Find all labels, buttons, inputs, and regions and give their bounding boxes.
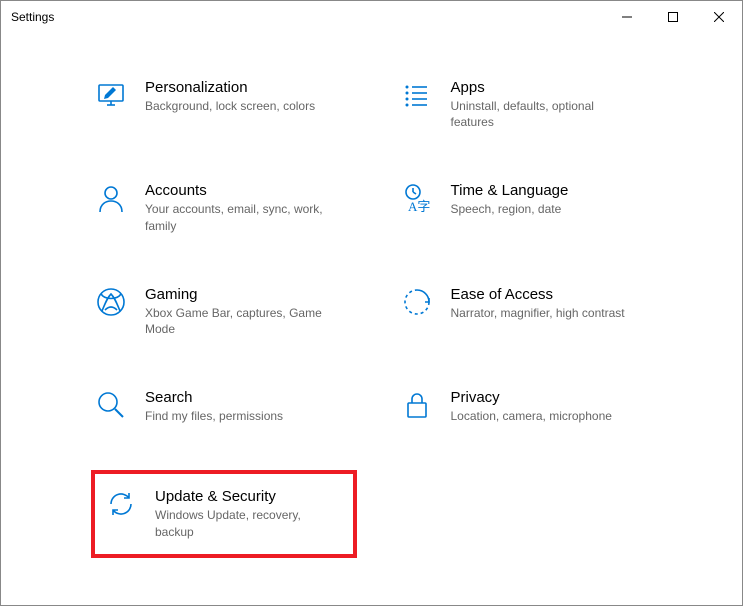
window-controls	[604, 1, 742, 33]
close-button[interactable]	[696, 1, 742, 33]
minimize-button[interactable]	[604, 1, 650, 33]
tile-time-language[interactable]: A字 Time & Language Speech, region, date	[397, 176, 663, 239]
tile-desc: Uninstall, defaults, optional features	[451, 98, 631, 130]
maximize-icon	[668, 12, 678, 22]
privacy-icon	[401, 389, 433, 421]
tile-desc: Windows Update, recovery, backup	[155, 507, 335, 539]
tile-desc: Your accounts, email, sync, work, family	[145, 201, 325, 233]
tile-search[interactable]: Search Find my files, permissions	[91, 383, 357, 430]
svg-text:A字: A字	[408, 199, 430, 214]
update-security-icon	[105, 488, 137, 520]
settings-grid: Personalization Background, lock screen,…	[91, 73, 662, 558]
tile-title: Privacy	[451, 389, 612, 406]
search-icon	[95, 389, 127, 421]
tile-update-security[interactable]: Update & Security Windows Update, recove…	[91, 470, 357, 557]
tile-apps[interactable]: Apps Uninstall, defaults, optional featu…	[397, 73, 663, 136]
tile-title: Ease of Access	[451, 286, 625, 303]
personalization-icon	[95, 79, 127, 111]
apps-icon	[401, 79, 433, 111]
tile-personalization[interactable]: Personalization Background, lock screen,…	[91, 73, 357, 136]
close-icon	[714, 12, 724, 22]
accounts-icon	[95, 182, 127, 214]
tile-desc: Narrator, magnifier, high contrast	[451, 305, 625, 321]
tile-title: Personalization	[145, 79, 315, 96]
tile-title: Time & Language	[451, 182, 569, 199]
tile-title: Accounts	[145, 182, 325, 199]
tile-gaming[interactable]: Gaming Xbox Game Bar, captures, Game Mod…	[91, 280, 357, 343]
tile-desc: Find my files, permissions	[145, 408, 283, 424]
tile-title: Search	[145, 389, 283, 406]
tile-title: Apps	[451, 79, 631, 96]
tile-title: Gaming	[145, 286, 325, 303]
minimize-icon	[622, 12, 632, 22]
tile-ease-of-access[interactable]: Ease of Access Narrator, magnifier, high…	[397, 280, 663, 343]
tile-desc: Location, camera, microphone	[451, 408, 612, 424]
tile-accounts[interactable]: Accounts Your accounts, email, sync, wor…	[91, 176, 357, 239]
tile-desc: Background, lock screen, colors	[145, 98, 315, 114]
tile-desc: Speech, region, date	[451, 201, 569, 217]
settings-content: Personalization Background, lock screen,…	[1, 33, 742, 578]
ease-of-access-icon	[401, 286, 433, 318]
tile-privacy[interactable]: Privacy Location, camera, microphone	[397, 383, 663, 430]
time-language-icon: A字	[401, 182, 433, 214]
titlebar: Settings	[1, 1, 742, 33]
maximize-button[interactable]	[650, 1, 696, 33]
tile-title: Update & Security	[155, 488, 335, 505]
gaming-icon	[95, 286, 127, 318]
window-title: Settings	[11, 10, 54, 24]
tile-desc: Xbox Game Bar, captures, Game Mode	[145, 305, 325, 337]
